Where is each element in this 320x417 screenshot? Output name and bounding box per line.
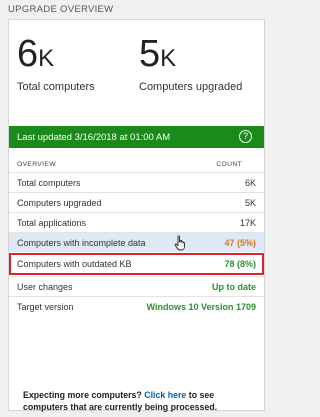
row-value: 17K [239, 217, 256, 228]
upgrade-overview-card: 6K Total computers 5K Computers upgraded… [8, 19, 265, 413]
table-row-outdated-kb[interactable]: Computers with outdated KB 78 (8%) [9, 253, 264, 275]
column-overview: OVERVIEW [17, 160, 56, 168]
row-value: 5K [244, 197, 256, 208]
overview-table: OVERVIEW COUNT Total computers 6K Comput… [9, 156, 264, 316]
row-label: Target version [17, 301, 74, 312]
stat-value: 5K [139, 33, 177, 75]
last-updated-banner: Last updated 3/16/2018 at 01:00 AM ? [9, 126, 264, 148]
footer-prefix: Expecting more computers? [23, 390, 142, 400]
row-label: Total applications [17, 217, 87, 228]
section-title: UPGRADE OVERVIEW [8, 4, 114, 15]
table-row[interactable]: Total computers 6K [9, 172, 264, 192]
row-label: Computers upgraded [17, 197, 102, 208]
row-value: Up to date [212, 281, 256, 292]
summary-stats: 6K Total computers 5K Computers upgraded [17, 34, 256, 104]
table-row-incomplete-data[interactable]: Computers with incomplete data 47 (5%) [9, 232, 264, 252]
stat-value: 6K [17, 33, 55, 75]
table-row[interactable]: Computers upgraded 5K [9, 192, 264, 212]
row-label: Computers with outdated KB [17, 259, 132, 269]
hand-cursor-icon [174, 235, 185, 251]
row-label: User changes [17, 281, 73, 292]
stat-computers-upgraded[interactable]: 5K Computers upgraded [139, 34, 242, 93]
table-header: OVERVIEW COUNT [9, 156, 264, 172]
table-row[interactable]: User changes Up to date [9, 276, 264, 296]
stat-label: Computers upgraded [139, 81, 243, 93]
click-here-link[interactable]: Click here [144, 390, 186, 400]
column-count: COUNT [216, 160, 242, 168]
row-value: 78 (8%) [224, 259, 256, 269]
table-row[interactable]: Total applications 17K [9, 212, 264, 232]
stat-label: Total computers [17, 81, 95, 93]
last-updated-text: Last updated 3/16/2018 at 01:00 AM [17, 131, 171, 143]
stat-total-computers[interactable]: 6K Total computers [17, 34, 95, 93]
footer-note: Expecting more computers? Click here to … [23, 389, 254, 413]
row-label: Total computers [17, 177, 81, 188]
table-row[interactable]: Target version Windows 10 Version 1709 [9, 296, 264, 316]
row-value: 47 (5%) [224, 237, 256, 248]
row-value: 6K [244, 177, 256, 188]
row-value: Windows 10 Version 1709 [146, 301, 256, 312]
row-label: Computers with incomplete data [17, 237, 146, 248]
help-icon[interactable]: ? [239, 130, 252, 143]
